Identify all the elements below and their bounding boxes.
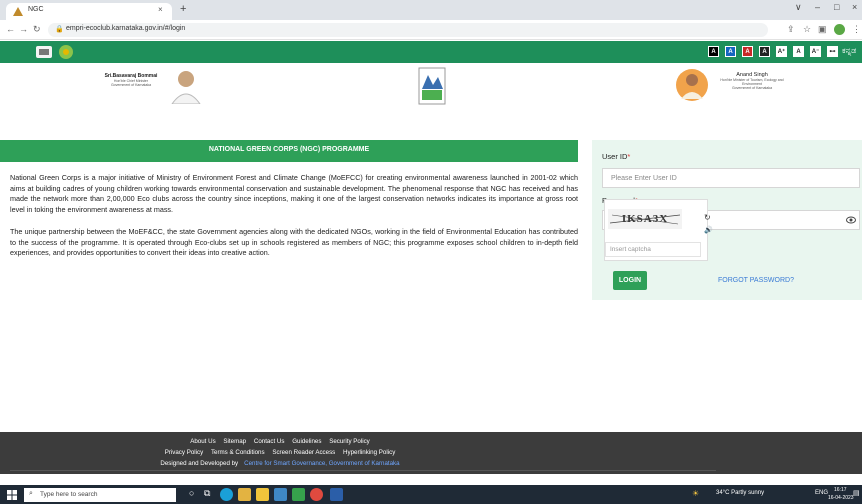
word-icon[interactable] [330,488,343,501]
footer-link-sitemap[interactable]: Sitemap [223,438,246,445]
footer-link-terms[interactable]: Terms & Conditions [211,449,265,456]
font-reset-button[interactable]: A [793,46,804,57]
excel-icon[interactable] [292,488,305,501]
maximize-icon[interactable]: □ [834,2,839,12]
tray-date[interactable]: 16-04-2023 [828,495,854,501]
windows-start-icon[interactable] [7,490,17,500]
sidepanel-icon[interactable]: ▣ [818,24,827,35]
login-button[interactable]: LOGIN [613,271,647,290]
forward-icon[interactable]: → [19,24,28,34]
browser-tabstrip: NGC × + ∨ – □ × [0,0,862,20]
footer-divider [10,470,716,471]
url-text: empri-ecoclub.karnataka.gov.in/#/login [66,25,186,32]
captcha-input[interactable]: Insert captcha [605,242,701,257]
profile-avatar[interactable] [834,24,845,35]
footer-link-hyperlinking[interactable]: Hyperlinking Policy [343,449,395,456]
address-bar-row: ← → ↻ 🔒 empri-ecoclub.karnataka.gov.in/#… [0,20,862,40]
footer-link-contact[interactable]: Contact Us [254,438,285,445]
audio-captcha-icon[interactable]: 🔊 [704,226,713,234]
tray-weather[interactable]: 34°C Partly sunny [716,490,764,496]
weather-icon: ☀ [692,489,700,498]
ngc-karnataka-logo [418,67,446,105]
chief-minister-block: Sri.Basavaraj Bommai Hon'ble Chief Minis… [96,73,166,87]
taskbar-search-placeholder: Type here to search [40,491,98,498]
search-icon: ⌕ [29,490,33,497]
programme-title: NATIONAL GREEN CORPS (NGC) PROGRAMME [208,146,370,153]
folder-icon[interactable] [256,488,269,501]
contrast-blue-button[interactable]: A [725,46,736,57]
contrast-black-button[interactable]: A [708,46,719,57]
screen-reader-button[interactable]: ⊷ [827,46,838,57]
chief-minister-photo [171,71,201,104]
minimize-icon[interactable]: – [815,2,820,12]
font-increase-button[interactable]: A⁺ [776,46,787,57]
font-decrease-button[interactable]: A⁻ [810,46,821,57]
footer-links-row-2: Privacy Policy Terms & Conditions Screen… [0,449,560,456]
dignitary-banner: Sri.Basavaraj Bommai Hon'ble Chief Minis… [0,63,862,108]
chrome-icon[interactable] [310,488,323,501]
bookmark-star-icon[interactable]: ☆ [803,24,811,35]
task-view-icon[interactable]: ⧉ [204,488,210,499]
footer-link-screen-reader[interactable]: Screen Reader Access [272,449,335,456]
tray-language[interactable]: ENG [815,490,828,496]
taskbar-search[interactable]: ⌕ Type here to search [24,488,176,502]
tab-close-icon[interactable]: × [158,5,163,14]
programme-title-bar: NATIONAL GREEN CORPS (NGC) PROGRAMME [0,140,578,162]
new-tab-icon[interactable]: + [180,3,186,15]
edge-browser-icon[interactable] [220,488,233,501]
menu-kebab-icon[interactable]: ⋮ [852,24,861,35]
karnataka-emblem-icon [36,46,52,58]
chief-minister-gov: Government of Karnataka [110,83,152,87]
browser-tab[interactable]: NGC × [6,3,172,20]
refresh-captcha-icon[interactable]: ↻ [704,213,711,222]
tab-search-icon[interactable]: ∨ [795,2,802,13]
tab-title: NGC [28,6,44,13]
footer-link-security[interactable]: Security Policy [329,438,370,445]
minister-block: Anand Singh Hon'ble Minister of Tourism,… [708,72,796,90]
store-icon[interactable] [274,488,287,501]
close-window-icon[interactable]: × [852,2,857,12]
back-icon[interactable]: ← [6,24,15,34]
green-flower-logo-icon [59,45,73,59]
forgot-password-link[interactable]: FORGOT PASSWORD? [718,277,794,284]
intro-paragraph: National Green Corps is a major initiati… [10,173,578,214]
lock-icon: 🔒 [55,26,64,33]
url-bar[interactable]: 🔒 empri-ecoclub.karnataka.gov.in/#/login [48,23,768,37]
tray-time[interactable]: 16:17 [834,487,847,493]
contrast-red-button[interactable]: A [742,46,753,57]
captcha-strike-lines [609,214,681,225]
credit-link[interactable]: Centre for Smart Governance, Government … [244,460,399,467]
footer-links-row-1: About Us Sitemap Contact Us Guidelines S… [0,438,560,445]
site-top-bar: A A A A A⁺ A A⁻ ⊷ ಕನ್ನಡ [0,41,862,63]
language-toggle[interactable]: ಕನ್ನಡ [842,46,856,56]
share-icon[interactable]: ⇪ [787,24,795,35]
show-password-eye-icon[interactable] [846,216,856,224]
userid-label: User ID* [602,152,631,161]
minister-gov: Government of Karnataka [731,86,773,90]
credit-prefix: Designed and Developed by [160,460,239,467]
windows-taskbar: ⌕ Type here to search ○ ⧉ ☀ 34°C Partly … [0,485,862,504]
minister-photo [676,69,708,101]
footer-link-about[interactable]: About Us [190,438,215,445]
footer-link-privacy[interactable]: Privacy Policy [165,449,204,456]
userid-input[interactable]: Please Enter User ID [602,168,860,188]
file-explorer-icon[interactable] [238,488,251,501]
partnership-paragraph: The unique partnership between the MoEF&… [10,227,578,258]
notification-icon[interactable]: ▤ [853,489,860,497]
reload-icon[interactable]: ↻ [33,24,41,35]
contrast-dark-button[interactable]: A [759,46,770,57]
footer-link-guidelines[interactable]: Guidelines [292,438,321,445]
ngc-favicon-icon [13,7,23,16]
cortana-icon[interactable]: ○ [189,488,194,498]
site-footer: About Us Sitemap Contact Us Guidelines S… [0,432,862,474]
footer-credit: Designed and Developed by Centre for Smar… [0,460,560,467]
